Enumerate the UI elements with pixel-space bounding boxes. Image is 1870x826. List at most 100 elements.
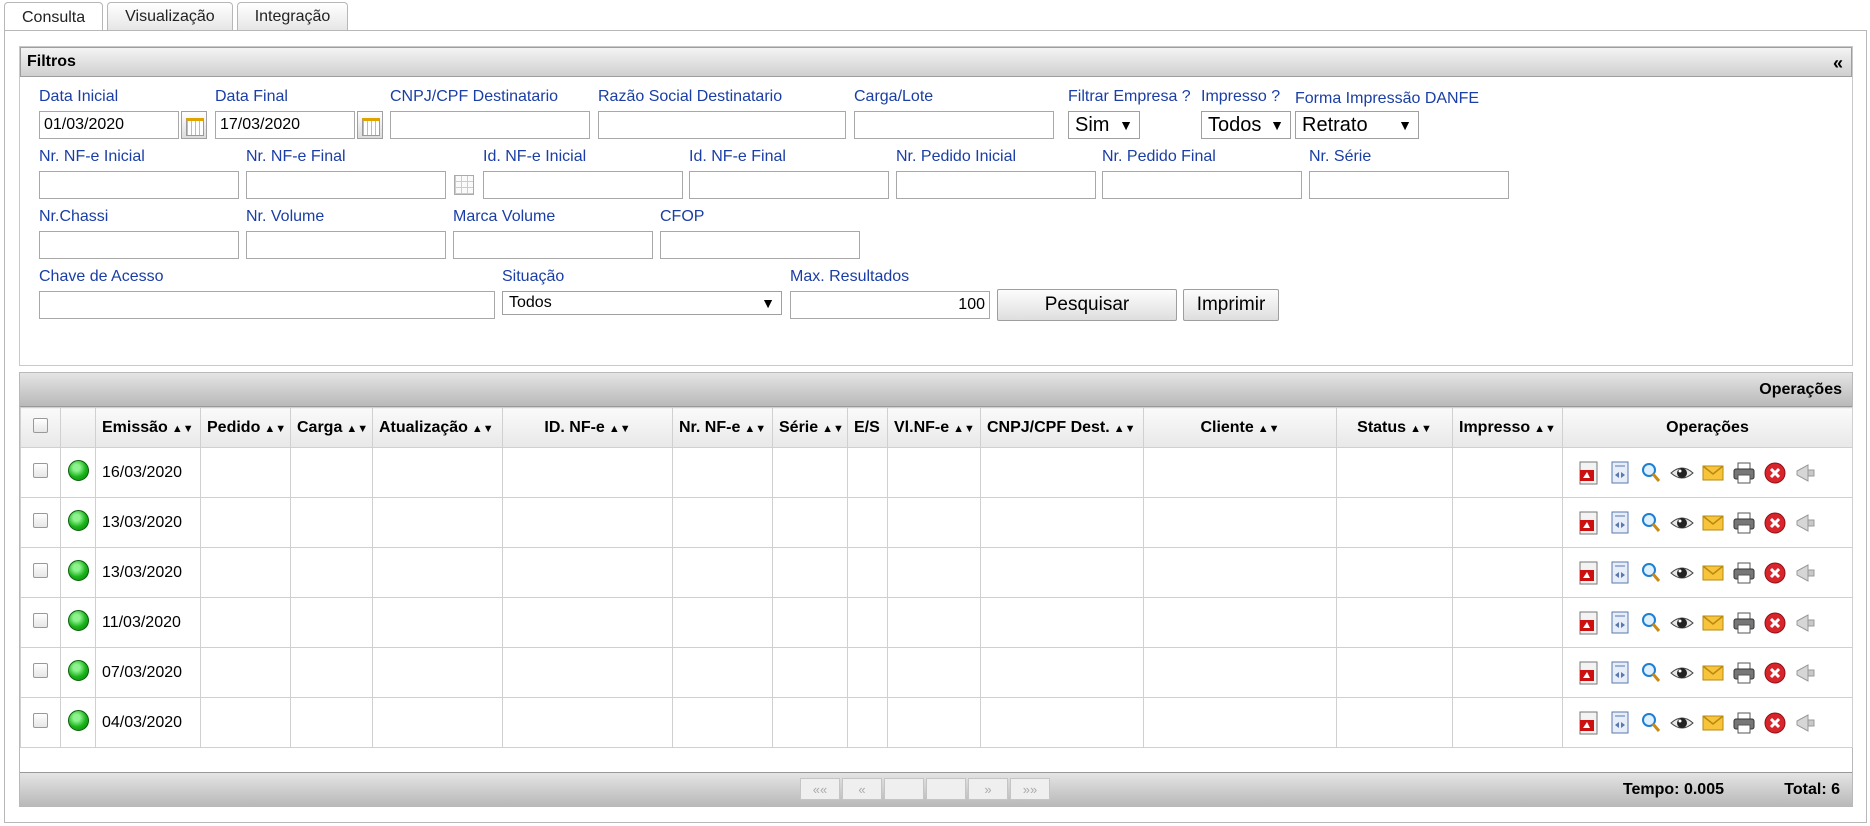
filtrar-empresa-select[interactable]: Sim ▼ bbox=[1068, 111, 1140, 139]
pager-button[interactable]: «« bbox=[800, 778, 840, 800]
col-carga[interactable]: Carga ▲▼ bbox=[290, 407, 373, 448]
col-cnpj-dest[interactable]: CNPJ/CPF Dest. ▲▼ bbox=[980, 407, 1144, 448]
row-checkbox-cell[interactable] bbox=[20, 697, 61, 748]
grid-icon[interactable] bbox=[454, 175, 474, 195]
megaphone-icon[interactable] bbox=[1794, 511, 1818, 535]
pdf-icon[interactable] bbox=[1577, 611, 1601, 635]
xml-document-icon[interactable] bbox=[1608, 561, 1632, 585]
chave-acesso-input[interactable] bbox=[39, 291, 495, 319]
row-checkbox[interactable] bbox=[33, 462, 48, 478]
impresso-select[interactable]: Todos ▼ bbox=[1201, 111, 1291, 139]
id-nfe-inicial-input[interactable] bbox=[483, 171, 683, 199]
pager-button[interactable] bbox=[884, 778, 924, 800]
magnifier-icon[interactable] bbox=[1639, 561, 1663, 585]
col-impresso[interactable]: Impresso ▲▼ bbox=[1452, 407, 1563, 448]
cancel-icon[interactable] bbox=[1763, 461, 1787, 485]
pdf-icon[interactable] bbox=[1577, 661, 1601, 685]
col-emissao[interactable]: Emissão ▲▼ bbox=[95, 407, 201, 448]
col-status[interactable]: Status ▲▼ bbox=[1336, 407, 1453, 448]
tab-integracao[interactable]: Integração bbox=[236, 2, 349, 30]
printer-icon[interactable] bbox=[1732, 711, 1756, 735]
megaphone-icon[interactable] bbox=[1794, 711, 1818, 735]
envelope-icon[interactable] bbox=[1701, 611, 1725, 635]
data-inicial-input[interactable] bbox=[39, 111, 179, 139]
table-row[interactable]: 13/03/2020 bbox=[20, 497, 1853, 548]
printer-icon[interactable] bbox=[1732, 611, 1756, 635]
row-checkbox-cell[interactable] bbox=[20, 597, 61, 648]
printer-icon[interactable] bbox=[1732, 561, 1756, 585]
cnpj-input[interactable] bbox=[390, 111, 590, 139]
nr-volume-input[interactable] bbox=[246, 231, 446, 259]
select-all-checkbox-cell[interactable] bbox=[20, 407, 61, 448]
row-checkbox-cell[interactable] bbox=[20, 647, 61, 698]
eye-icon[interactable] bbox=[1670, 611, 1694, 635]
col-serie[interactable]: Série ▲▼ bbox=[772, 407, 848, 448]
calendar-icon[interactable] bbox=[357, 111, 383, 139]
col-id-nfe[interactable]: ID. NF-e ▲▼ bbox=[502, 407, 673, 448]
envelope-icon[interactable] bbox=[1701, 711, 1725, 735]
data-final-input[interactable] bbox=[215, 111, 355, 139]
envelope-icon[interactable] bbox=[1701, 461, 1725, 485]
table-row[interactable]: 11/03/2020 bbox=[20, 597, 1853, 648]
nr-nfe-final-input[interactable] bbox=[246, 171, 446, 199]
row-checkbox[interactable] bbox=[33, 662, 48, 678]
cancel-icon[interactable] bbox=[1763, 561, 1787, 585]
tab-visualizacao[interactable]: Visualização bbox=[107, 2, 233, 30]
xml-document-icon[interactable] bbox=[1608, 611, 1632, 635]
nr-nfe-inicial-input[interactable] bbox=[39, 171, 239, 199]
xml-document-icon[interactable] bbox=[1608, 511, 1632, 535]
imprimir-button[interactable]: Imprimir bbox=[1183, 289, 1279, 321]
col-vl-nfe[interactable]: Vl.NF-e ▲▼ bbox=[887, 407, 981, 448]
megaphone-icon[interactable] bbox=[1794, 661, 1818, 685]
xml-document-icon[interactable] bbox=[1608, 661, 1632, 685]
magnifier-icon[interactable] bbox=[1639, 711, 1663, 735]
pager-button[interactable]: » bbox=[968, 778, 1008, 800]
row-checkbox[interactable] bbox=[33, 562, 48, 578]
magnifier-icon[interactable] bbox=[1639, 461, 1663, 485]
pager-button[interactable]: »» bbox=[1010, 778, 1050, 800]
megaphone-icon[interactable] bbox=[1794, 461, 1818, 485]
xml-document-icon[interactable] bbox=[1608, 711, 1632, 735]
row-checkbox[interactable] bbox=[33, 512, 48, 528]
row-checkbox-cell[interactable] bbox=[20, 497, 61, 548]
razao-social-input[interactable] bbox=[598, 111, 846, 139]
nr-chassi-input[interactable] bbox=[39, 231, 239, 259]
megaphone-icon[interactable] bbox=[1794, 611, 1818, 635]
col-atualizacao[interactable]: Atualização ▲▼ bbox=[372, 407, 503, 448]
marca-volume-input[interactable] bbox=[453, 231, 653, 259]
magnifier-icon[interactable] bbox=[1639, 611, 1663, 635]
nr-serie-input[interactable] bbox=[1309, 171, 1509, 199]
col-nr-nfe[interactable]: Nr. NF-e ▲▼ bbox=[672, 407, 773, 448]
eye-icon[interactable] bbox=[1670, 511, 1694, 535]
pager-button[interactable] bbox=[926, 778, 966, 800]
row-checkbox[interactable] bbox=[33, 612, 48, 628]
table-row[interactable]: 16/03/2020 bbox=[20, 447, 1853, 498]
row-checkbox-cell[interactable] bbox=[20, 447, 61, 498]
megaphone-icon[interactable] bbox=[1794, 561, 1818, 585]
col-cliente[interactable]: Cliente ▲▼ bbox=[1143, 407, 1337, 448]
cancel-icon[interactable] bbox=[1763, 661, 1787, 685]
cancel-icon[interactable] bbox=[1763, 611, 1787, 635]
cancel-icon[interactable] bbox=[1763, 711, 1787, 735]
cfop-input[interactable] bbox=[660, 231, 860, 259]
nr-pedido-inicial-input[interactable] bbox=[896, 171, 1096, 199]
table-row[interactable]: 13/03/2020 bbox=[20, 547, 1853, 598]
collapse-icon[interactable]: « bbox=[1833, 53, 1843, 74]
magnifier-icon[interactable] bbox=[1639, 511, 1663, 535]
pager-button[interactable]: « bbox=[842, 778, 882, 800]
max-resultados-input[interactable] bbox=[790, 291, 990, 319]
pdf-icon[interactable] bbox=[1577, 711, 1601, 735]
table-row[interactable]: 04/03/2020 bbox=[20, 697, 1853, 748]
nr-pedido-final-input[interactable] bbox=[1102, 171, 1302, 199]
eye-icon[interactable] bbox=[1670, 561, 1694, 585]
pdf-icon[interactable] bbox=[1577, 561, 1601, 585]
tab-consulta[interactable]: Consulta bbox=[4, 2, 104, 32]
col-pedido[interactable]: Pedido ▲▼ bbox=[200, 407, 291, 448]
id-nfe-final-input[interactable] bbox=[689, 171, 889, 199]
forma-impressao-select[interactable]: Retrato ▼ bbox=[1295, 111, 1419, 139]
situacao-select[interactable]: Todos ▼ bbox=[502, 291, 782, 315]
printer-icon[interactable] bbox=[1732, 511, 1756, 535]
carga-lote-input[interactable] bbox=[854, 111, 1054, 139]
printer-icon[interactable] bbox=[1732, 461, 1756, 485]
eye-icon[interactable] bbox=[1670, 661, 1694, 685]
